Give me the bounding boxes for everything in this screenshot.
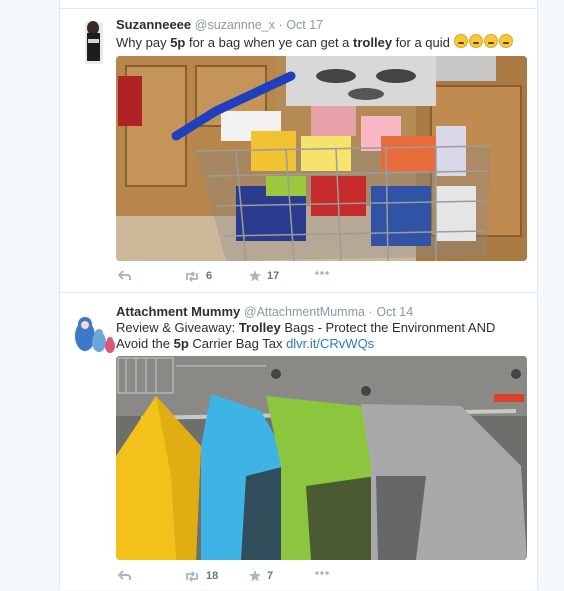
text-segment: for a bag when ye can get a: [185, 35, 354, 50]
more-icon: [315, 571, 329, 575]
tweet-text: Why pay 5p for a bag when ye can get a t…: [116, 34, 526, 51]
highlighted-term: trolley: [353, 35, 393, 50]
tweet-photo-trolley-bags[interactable]: [116, 356, 527, 560]
star-icon: [249, 570, 261, 582]
more-button[interactable]: [314, 570, 330, 576]
star-icon: [249, 270, 261, 282]
text-segment: for a quid: [392, 35, 454, 50]
tweet[interactable]: Attachment Mummy @AttachmentMumma · Oct …: [60, 292, 537, 591]
timeline: Suzanneeee @suzannne_x · Oct 17 Why pay …: [59, 0, 538, 590]
reply-button[interactable]: [118, 570, 131, 581]
tweet-actions: 18 7: [116, 570, 527, 588]
crying-face-emoji: [454, 34, 469, 48]
favorite-count: 7: [267, 570, 274, 582]
crying-face-emoji: [469, 34, 484, 48]
retweet-icon: [186, 570, 198, 582]
timestamp[interactable]: Oct 17: [286, 18, 323, 32]
favorite-button[interactable]: 7: [249, 570, 273, 582]
crying-face-emoji: [484, 34, 499, 48]
tweet-header: Attachment Mummy @AttachmentMumma · Oct …: [116, 304, 413, 319]
highlighted-term: Trolley: [238, 320, 281, 335]
reply-icon: [118, 570, 131, 580]
favorite-button[interactable]: 17: [249, 270, 279, 282]
avatar[interactable]: [69, 306, 117, 354]
retweet-count: 18: [206, 570, 219, 582]
more-icon: [315, 271, 329, 275]
avatar[interactable]: [69, 18, 117, 66]
crying-face-emoji: [499, 34, 514, 48]
reply-icon: [118, 270, 131, 280]
tweet-actions: 6 17: [116, 270, 527, 288]
tweet-text: Review & Giveaway: Trolley Bags - Protec…: [116, 320, 526, 352]
tweet-link[interactable]: dlvr.it/CRvWQs: [286, 336, 374, 351]
separator: ·: [278, 18, 283, 32]
username[interactable]: @AttachmentMumma: [244, 305, 365, 319]
display-name[interactable]: Suzanneeee: [116, 17, 191, 32]
separator: ·: [368, 305, 373, 319]
retweet-button[interactable]: 6: [184, 270, 212, 282]
tweet-photo-trolley[interactable]: [116, 56, 527, 261]
text-segment: Carrier Bag Tax: [188, 336, 287, 351]
reply-button[interactable]: [118, 270, 131, 281]
more-button[interactable]: [314, 270, 330, 276]
username[interactable]: @suzannne_x: [195, 18, 275, 32]
text-segment: Review & Giveaway:: [116, 320, 239, 335]
retweet-count: 6: [206, 270, 213, 282]
favorite-count: 17: [267, 270, 280, 282]
retweet-icon: [186, 270, 198, 282]
tweet[interactable]: Suzanneeee @suzannne_x · Oct 17 Why pay …: [60, 9, 537, 292]
tweet-header: Suzanneeee @suzannne_x · Oct 17: [116, 17, 323, 32]
display-name[interactable]: Attachment Mummy: [116, 304, 240, 319]
highlighted-term: 5p: [173, 336, 189, 351]
text-segment: Why pay: [116, 35, 171, 50]
timestamp[interactable]: Oct 14: [376, 305, 413, 319]
retweet-button[interactable]: 18: [184, 570, 218, 582]
highlighted-term: 5p: [170, 35, 186, 50]
